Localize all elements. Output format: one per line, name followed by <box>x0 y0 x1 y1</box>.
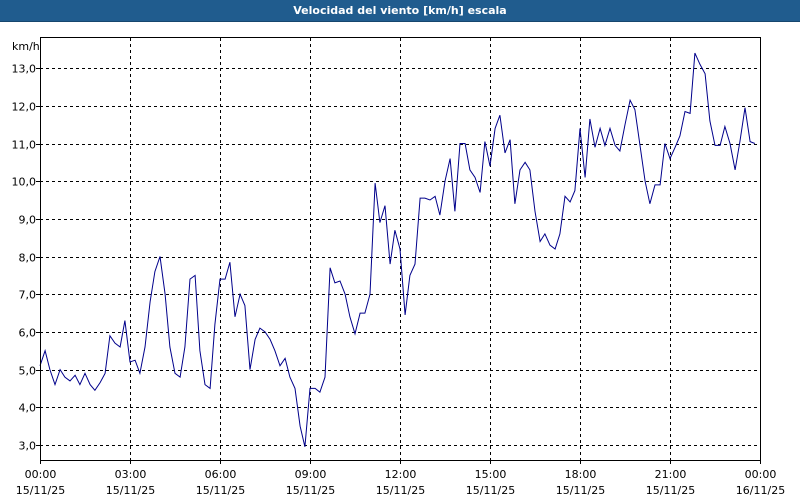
y-tick-label: 6,0 <box>19 327 37 340</box>
wind-speed-series-line <box>39 52 756 447</box>
y-tick-label: 13,0 <box>12 63 37 76</box>
y-tick-label: 3,0 <box>19 440 37 453</box>
x-tick-time-label: 00:00 <box>745 468 777 481</box>
wind-speed-chart: km/h 3,0 4,0 5,0 6,0 7,0 8,0 9,0 10,0 11,0 12,0 13… <box>12 37 785 497</box>
y-tick-label: 7,0 <box>19 289 37 302</box>
x-tick-time-label: 00:00 <box>25 468 57 481</box>
y-axis-unit-label: km/h <box>12 40 40 53</box>
y-tick-label: 12,0 <box>12 101 37 114</box>
x-tick-date-label: 15/11/25 <box>106 484 155 497</box>
x-tick-date-label: 15/11/25 <box>286 484 335 497</box>
x-tick-time-label: 18:00 <box>565 468 597 481</box>
x-tick-time-label: 12:00 <box>385 468 417 481</box>
x-tick-date-label: 15/11/25 <box>466 484 515 497</box>
x-tick-date-label: 15/11/25 <box>556 484 605 497</box>
x-tick-date-label: 15/11/25 <box>646 484 695 497</box>
x-tick-time-label: 03:00 <box>115 468 147 481</box>
x-tick-time-label: 09:00 <box>295 468 327 481</box>
x-tick-date-label: 15/11/25 <box>376 484 425 497</box>
x-tick-date-label: 16/11/25 <box>736 484 785 497</box>
x-tick-time-label: 06:00 <box>205 468 237 481</box>
y-axis-ticks: 3,0 4,0 5,0 6,0 7,0 8,0 9,0 10,0 11,0 12,0 13,0 <box>12 63 40 453</box>
y-tick-label: 10,0 <box>12 176 37 189</box>
y-tick-label: 11,0 <box>12 139 37 152</box>
y-tick-label: 9,0 <box>19 214 37 227</box>
x-tick-date-label: 15/11/25 <box>196 484 245 497</box>
x-axis-ticks: 00:00 15/11/25 03:00 15/11/25 06:00 15/11/25 0… <box>16 460 785 497</box>
y-tick-label: 4,0 <box>19 402 37 415</box>
y-tick-label: 5,0 <box>19 365 37 378</box>
y-tick-label: 8,0 <box>19 252 37 265</box>
x-tick-time-label: 21:00 <box>655 468 687 481</box>
x-tick-time-label: 15:00 <box>475 468 507 481</box>
x-tick-date-label: 15/11/25 <box>16 484 65 497</box>
